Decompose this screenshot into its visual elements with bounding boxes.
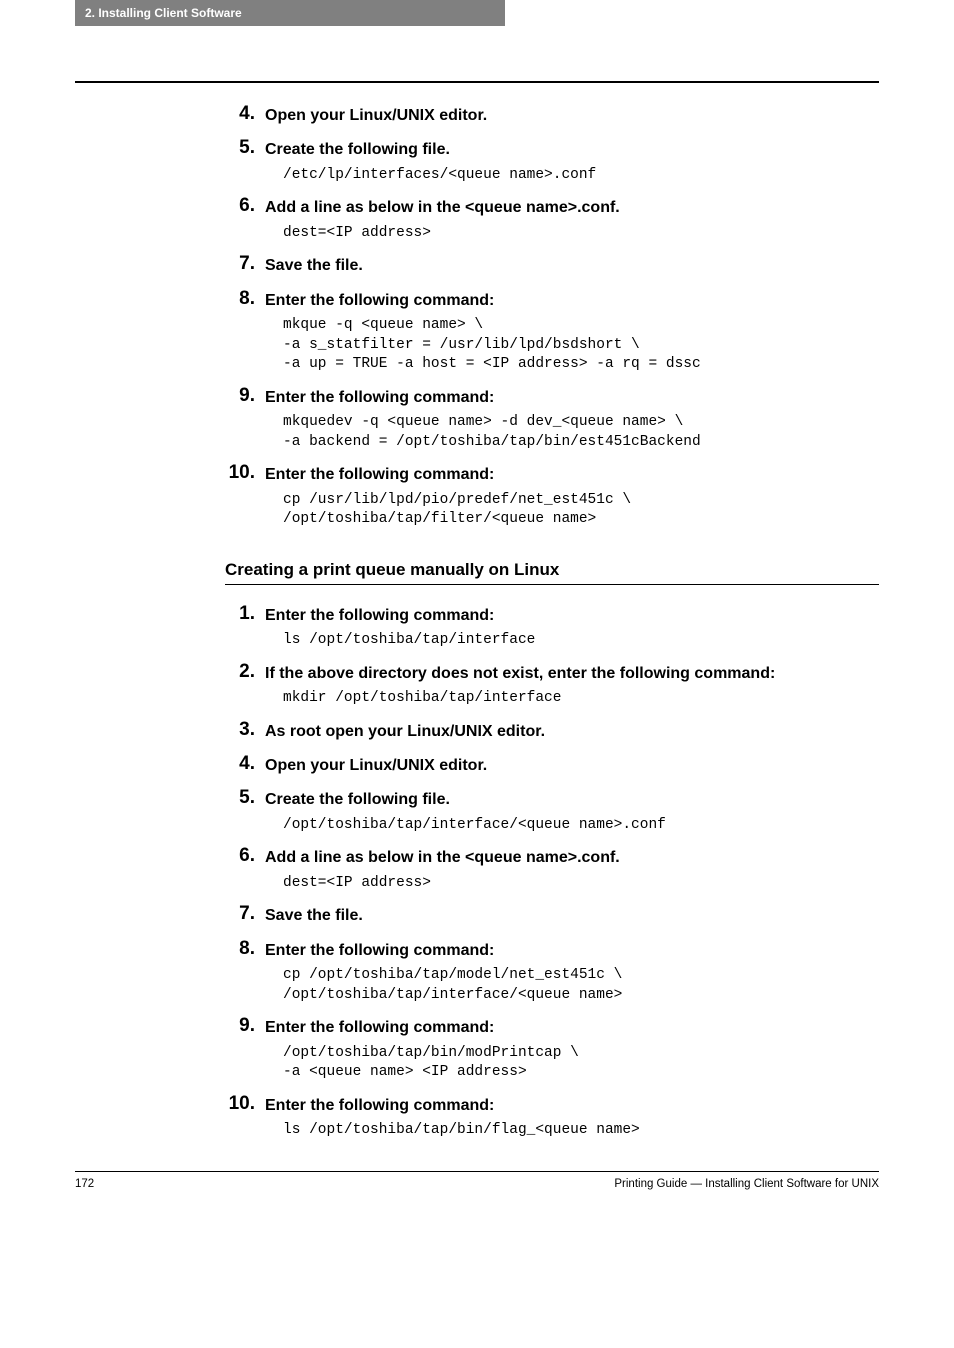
step-title: Enter the following command: <box>265 385 879 409</box>
step-number: 5. <box>225 137 265 185</box>
step-number: 8. <box>225 938 265 1006</box>
step-title: Enter the following command: <box>265 1093 879 1117</box>
step-title: Create the following file. <box>265 137 879 161</box>
step-number: 7. <box>225 903 265 927</box>
step-code: dest=<IP address> <box>283 224 879 244</box>
step-body: Open your Linux/UNIX editor. <box>265 103 879 127</box>
step-number: 1. <box>225 603 265 651</box>
step-number: 5. <box>225 787 265 835</box>
step-body: Enter the following command: ls /opt/tosh… <box>265 1093 879 1141</box>
step-number: 7. <box>225 253 265 277</box>
step-code: cp /usr/lib/lpd/pio/predef/net_est451c \… <box>283 491 879 530</box>
step-number: 8. <box>225 288 265 375</box>
step-title: Create the following file. <box>265 787 879 811</box>
step: 1.Enter the following command: ls /opt/to… <box>225 603 879 651</box>
step-body: As root open your Linux/UNIX editor. <box>265 719 879 743</box>
step-code: mkdir /opt/toshiba/tap/interface <box>283 689 879 709</box>
footer-right: Printing Guide — Installing Client Softw… <box>614 1178 879 1190</box>
header-tab: 2. Installing Client Software <box>75 0 505 26</box>
step-body: Add a line as below in the <queue name>.… <box>265 845 879 893</box>
step: 6.Add a line as below in the <queue name… <box>225 195 879 243</box>
step-title: Enter the following command: <box>265 288 879 312</box>
step-body: Enter the following command: mkquedev -q … <box>265 385 879 453</box>
step-title: Save the file. <box>265 903 879 927</box>
step-number: 9. <box>225 385 265 453</box>
step-title: Save the file. <box>265 253 879 277</box>
step: 6.Add a line as below in the <queue name… <box>225 845 879 893</box>
step-body: Enter the following command: mkque -q <qu… <box>265 288 879 375</box>
step-body: Create the following file. /etc/lp/interf… <box>265 137 879 185</box>
step-title: Add a line as below in the <queue name>.… <box>265 845 879 869</box>
step-title: Enter the following command: <box>265 938 879 962</box>
step-title: Enter the following command: <box>265 462 879 486</box>
step-code: mkque -q <queue name> \ -a s_statfilter … <box>283 316 879 375</box>
step: 4.Open your Linux/UNIX editor. <box>225 753 879 777</box>
step-body: Enter the following command: cp /usr/lib/… <box>265 462 879 530</box>
step-number: 9. <box>225 1015 265 1083</box>
step-code: /opt/toshiba/tap/interface/<queue name>.… <box>283 816 879 836</box>
step-body: Save the file. <box>265 903 879 927</box>
step-title: Enter the following command: <box>265 1015 879 1039</box>
step: 9.Enter the following command: mkquedev -… <box>225 385 879 453</box>
step: 7.Save the file. <box>225 903 879 927</box>
step-title: Open your Linux/UNIX editor. <box>265 103 879 127</box>
step-code: /opt/toshiba/tap/bin/modPrintcap \ -a <q… <box>283 1044 879 1083</box>
step-title: Add a line as below in the <queue name>.… <box>265 195 879 219</box>
step: 9.Enter the following command: /opt/toshi… <box>225 1015 879 1083</box>
step-code: /etc/lp/interfaces/<queue name>.conf <box>283 166 879 186</box>
step-code: cp /opt/toshiba/tap/model/net_est451c \ … <box>283 966 879 1005</box>
step: 10.Enter the following command: ls /opt/t… <box>225 1093 879 1141</box>
step-body: Save the file. <box>265 253 879 277</box>
step-body: Add a line as below in the <queue name>.… <box>265 195 879 243</box>
step-code: mkquedev -q <queue name> -d dev_<queue n… <box>283 413 879 452</box>
page-number: 172 <box>75 1178 94 1190</box>
step: 5.Create the following file. /etc/lp/inte… <box>225 137 879 185</box>
step-number: 4. <box>225 753 265 777</box>
step: 5.Create the following file. /opt/toshiba… <box>225 787 879 835</box>
step-body: Open your Linux/UNIX editor. <box>265 753 879 777</box>
section-a-steps: 4.Open your Linux/UNIX editor.5.Create t… <box>225 103 879 530</box>
footer: 172 Printing Guide — Installing Client S… <box>75 1172 879 1215</box>
step-body: If the above directory does not exist, e… <box>265 661 879 709</box>
step-number: 2. <box>225 661 265 709</box>
step-number: 10. <box>225 462 265 530</box>
step-number: 6. <box>225 195 265 243</box>
step: 8.Enter the following command: mkque -q <… <box>225 288 879 375</box>
step-title: Open your Linux/UNIX editor. <box>265 753 879 777</box>
step: 4.Open your Linux/UNIX editor. <box>225 103 879 127</box>
step-number: 3. <box>225 719 265 743</box>
step-body: Enter the following command: ls /opt/tosh… <box>265 603 879 651</box>
step-code: ls /opt/toshiba/tap/bin/flag_<queue name… <box>283 1121 879 1141</box>
step-body: Create the following file. /opt/toshiba/t… <box>265 787 879 835</box>
step: 8.Enter the following command: cp /opt/to… <box>225 938 879 1006</box>
step-title: As root open your Linux/UNIX editor. <box>265 719 879 743</box>
step: 7.Save the file. <box>225 253 879 277</box>
step-number: 4. <box>225 103 265 127</box>
section-b-steps: 1.Enter the following command:ls /opt/to… <box>225 603 879 1141</box>
step-code: dest=<IP address> <box>283 874 879 894</box>
step: 10.Enter the following command: cp /usr/l… <box>225 462 879 530</box>
step-number: 6. <box>225 845 265 893</box>
step-number: 10. <box>225 1093 265 1141</box>
step-title: Enter the following command: <box>265 603 879 627</box>
step: 2.If the above directory does not exist,… <box>225 661 879 709</box>
step-body: Enter the following command: cp /opt/tosh… <box>265 938 879 1006</box>
step: 3.As root open your Linux/UNIX editor. <box>225 719 879 743</box>
section-heading: Creating a print queue manually on Linux <box>225 560 879 585</box>
step-code: ls /opt/toshiba/tap/interface <box>283 631 879 651</box>
step-body: Enter the following command: /opt/toshiba… <box>265 1015 879 1083</box>
top-rule <box>75 81 879 83</box>
step-title: If the above directory does not exist, e… <box>265 661 879 685</box>
